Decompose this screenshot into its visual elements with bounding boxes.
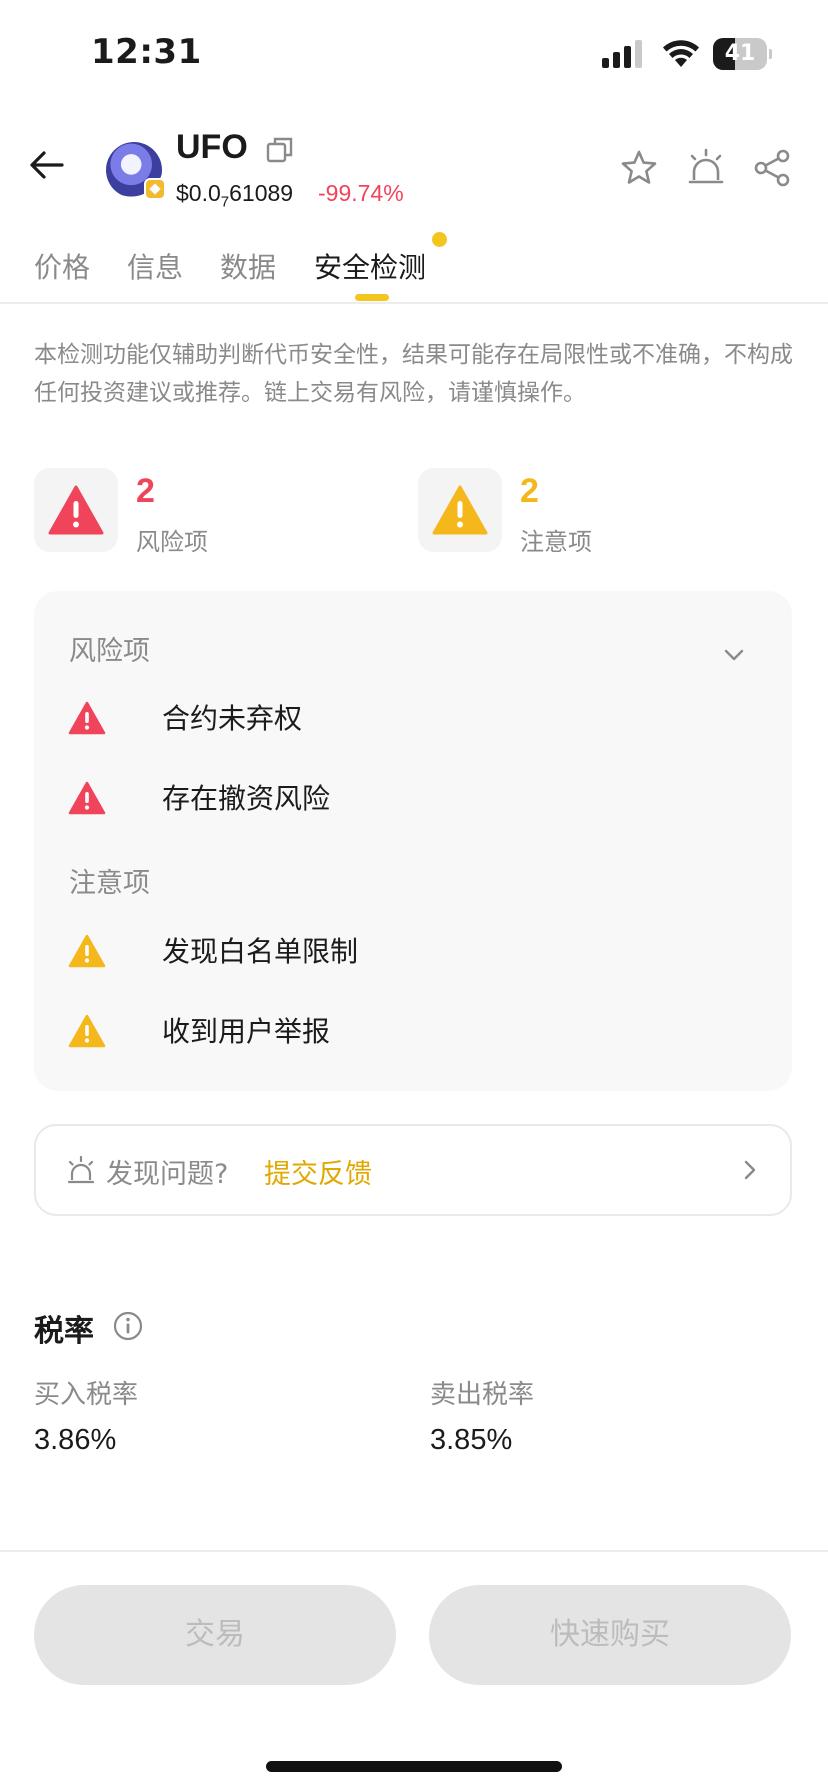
new-dot-badge — [432, 232, 447, 247]
price-change: -99.74% — [318, 180, 404, 206]
buy-tax-value: 3.86% — [34, 1424, 117, 1456]
trade-button[interactable]: 交易 — [34, 1585, 396, 1685]
submit-feedback-link[interactable]: 提交反馈 — [264, 1152, 372, 1191]
sell-tax-label: 卖出税率 — [430, 1380, 535, 1410]
risk-count-label: 风险项 — [136, 528, 208, 556]
risk-item-label: 合约未弃权 — [162, 702, 303, 735]
tax-section-title: 税率 — [34, 1314, 94, 1349]
chevron-right-icon — [744, 1160, 756, 1180]
share-icon[interactable] — [752, 148, 792, 188]
warning-count: 2 — [520, 472, 539, 510]
warning-count-label: 注意项 — [520, 528, 592, 556]
copy-icon[interactable] — [265, 135, 295, 165]
warning-item-label: 收到用户举报 — [162, 1015, 331, 1048]
warning-item[interactable]: 收到用户举报 — [68, 1008, 728, 1054]
tab-price[interactable]: 价格 — [34, 246, 90, 286]
tab-info[interactable]: 信息 — [127, 246, 183, 286]
warning-triangle-icon — [48, 485, 104, 535]
feedback-question: 发现问题? — [106, 1159, 229, 1190]
tab-security-check[interactable]: 安全检测 — [314, 246, 426, 286]
risk-summary-icon-box — [34, 468, 118, 552]
battery-percent: 41 — [724, 41, 756, 66]
active-tab-indicator — [355, 294, 389, 301]
token-price: $0.0761089 — [176, 180, 294, 211]
risk-warning-icon — [68, 781, 106, 815]
security-disclaimer: 本检测功能仅辅助判断代币安全性，结果可能存在局限性或不准确，不构成任何投资建议或… — [34, 342, 793, 406]
back-arrow-icon[interactable] — [26, 145, 66, 185]
quick-buy-button[interactable]: 快速购买 — [429, 1585, 791, 1685]
battery-indicator: 41 — [713, 38, 772, 70]
sell-tax-value: 3.85% — [430, 1424, 513, 1456]
status-bar: 12:31 41 — [0, 0, 828, 110]
warning-item[interactable]: 发现白名单限制 — [68, 928, 728, 974]
warning-triangle-icon — [432, 485, 488, 535]
status-time: 12:31 — [91, 32, 202, 72]
risk-item[interactable]: 合约未弃权 — [68, 695, 728, 741]
divider — [0, 1550, 828, 1552]
token-symbol: UFO — [176, 128, 248, 166]
caution-warning-icon — [68, 1014, 106, 1048]
home-indicator — [266, 1761, 562, 1772]
chevron-down-icon[interactable] — [720, 641, 748, 669]
risk-section-title: 风险项 — [69, 636, 150, 667]
risk-detail-card: 风险项 合约未弃权 存在撤资风险 注意项 发现白名单限制 收到用户举报 — [34, 591, 792, 1091]
caution-warning-icon — [68, 934, 106, 968]
tab-data[interactable]: 数据 — [220, 246, 276, 286]
warning-summary-icon-box — [418, 468, 502, 552]
chain-badge-icon — [144, 178, 166, 200]
risk-item[interactable]: 存在撤资风险 — [68, 775, 728, 821]
info-icon[interactable] — [112, 1310, 144, 1342]
alarm-icon[interactable] — [686, 148, 726, 188]
warning-section-title: 注意项 — [69, 868, 150, 899]
token-header: UFO $0.0761089 -99.74% — [0, 120, 828, 220]
cellular-signal-icon — [602, 40, 642, 68]
alarm-icon — [67, 1156, 95, 1184]
tab-bar: 价格 信息 数据 安全检测 — [0, 232, 828, 304]
warning-item-label: 发现白名单限制 — [162, 935, 359, 968]
star-icon[interactable] — [619, 148, 659, 188]
feedback-row[interactable]: 发现问题? 提交反馈 — [34, 1124, 792, 1216]
buy-tax-label: 买入税率 — [34, 1380, 139, 1410]
risk-warning-icon — [68, 701, 106, 735]
risk-count: 2 — [136, 472, 155, 510]
risk-item-label: 存在撤资风险 — [162, 782, 331, 815]
wifi-icon — [663, 40, 699, 67]
